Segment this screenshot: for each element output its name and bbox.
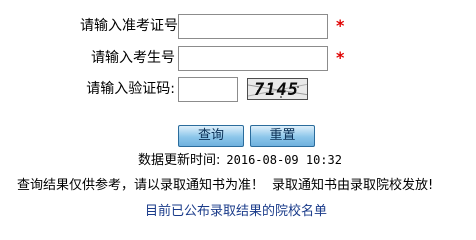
student-no-required-mark: * (336, 48, 345, 67)
student-no-input[interactable] (178, 46, 328, 71)
captcha-label: 请输入验证码: (86, 81, 175, 97)
notice-issuer-text: 录取通知书由录取院校发放! (272, 178, 434, 193)
notice-reference-text: 查询结果仅供参考，请以录取通知书为准！ (17, 178, 265, 193)
update-time-value: 2016-08-09 10:32 (226, 153, 342, 167)
result-notice: 查询结果仅供参考，请以录取通知书为准！ 录取通知书由录取院校发放! (17, 177, 433, 195)
captcha-image[interactable]: 7145 (247, 78, 308, 100)
exam-no-required-mark: * (336, 16, 345, 35)
reset-button[interactable]: 重置 (250, 125, 315, 147)
published-schools-link[interactable]: 目前已公布录取结果的院校名单 (145, 203, 327, 221)
captcha-input[interactable] (178, 77, 238, 102)
query-button[interactable]: 查询 (178, 125, 244, 147)
exam-no-input[interactable] (178, 14, 328, 39)
student-no-label: 请输入考生号 (91, 50, 175, 66)
exam-no-label: 请输入准考证号 (80, 18, 178, 34)
score-query-form: 请输入准考证号 * 请输入考生号 * 请输入验证码: 7145 查询 重置 数据… (0, 0, 476, 236)
captcha-code-text: 7145 (254, 80, 299, 100)
data-update-time: 数据更新时间: 2016-08-09 10:32 (138, 151, 342, 170)
update-time-label: 数据更新时间: (138, 153, 221, 168)
